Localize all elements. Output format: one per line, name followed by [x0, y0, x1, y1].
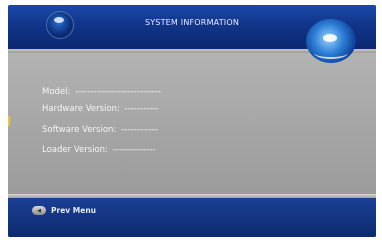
hardware-version-label: Hardware Version:: [42, 104, 120, 114]
model-label: Model:: [42, 87, 71, 97]
globe-orb-icon: [306, 19, 356, 63]
model-value: ----------------------------: [75, 87, 161, 97]
system-information-screen: SYSTEM INFORMATION Model: --------------…: [8, 5, 376, 237]
prev-menu-label[interactable]: Prev Menu: [51, 206, 96, 215]
footer-bar: [8, 198, 376, 237]
selection-marker: [8, 116, 10, 126]
loader-version-row: Loader Version: --------------: [42, 145, 156, 155]
orb-ring: [314, 47, 348, 59]
model-row: Model: ----------------------------: [42, 87, 161, 97]
software-version-value: ------------: [121, 125, 158, 135]
hardware-version-row: Hardware Version: -----------: [42, 104, 158, 114]
orb-shine: [323, 34, 337, 42]
info-panel: Model: ---------------------------- Hard…: [8, 53, 376, 194]
software-version-label: Software Version:: [42, 125, 117, 135]
loader-version-label: Loader Version:: [42, 145, 108, 155]
loader-version-value: --------------: [112, 145, 156, 155]
hardware-version-value: -----------: [124, 104, 159, 114]
oval-button-icon[interactable]: ◀: [32, 206, 46, 215]
software-version-row: Software Version: ------------: [42, 125, 158, 135]
